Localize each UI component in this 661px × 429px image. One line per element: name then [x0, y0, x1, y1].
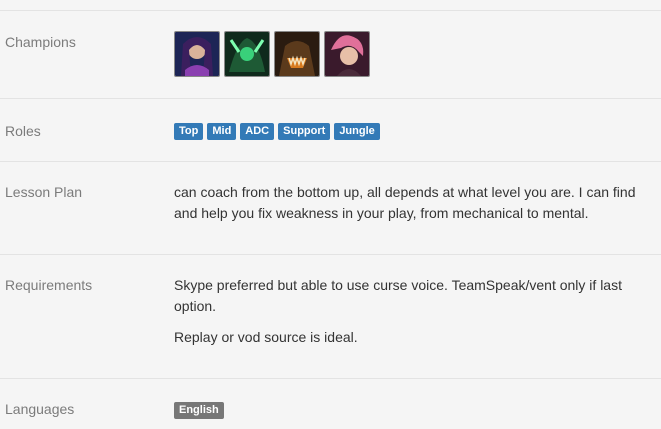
divider-4 — [0, 378, 661, 379]
role-badge-support[interactable]: Support — [278, 123, 331, 140]
language-badge-english[interactable]: English — [174, 402, 224, 419]
role-badge-mid[interactable]: Mid — [207, 123, 237, 140]
champion-portrait-3-icon[interactable] — [274, 31, 320, 77]
lesson-plan-label: Lesson Plan — [5, 184, 83, 200]
languages-list: English — [174, 402, 228, 419]
lesson-plan-text: can coach from the bottom up, all depend… — [174, 184, 636, 221]
role-badge-adc[interactable]: ADC — [240, 123, 275, 140]
divider-1 — [0, 98, 661, 99]
divider-2 — [0, 161, 661, 162]
roles-label: Roles — [5, 123, 41, 139]
champions-list — [174, 31, 370, 77]
role-badge-jungle[interactable]: Jungle — [334, 123, 380, 140]
requirements-label: Requirements — [5, 277, 93, 293]
languages-label: Languages — [5, 401, 75, 417]
divider-3 — [0, 254, 661, 255]
champion-portrait-1-icon[interactable] — [174, 31, 220, 77]
role-badge-top[interactable]: Top — [174, 123, 204, 140]
roles-list: Top Mid ADC Support Jungle — [174, 123, 384, 140]
divider-top — [0, 10, 661, 11]
champion-portrait-4-icon[interactable] — [324, 31, 370, 77]
champion-portrait-2-icon[interactable] — [224, 31, 270, 77]
champions-label: Champions — [5, 34, 76, 50]
requirements-text-1: Skype preferred but able to use curse vo… — [174, 277, 622, 314]
requirements-text-2: Replay or vod source is ideal. — [174, 329, 358, 345]
